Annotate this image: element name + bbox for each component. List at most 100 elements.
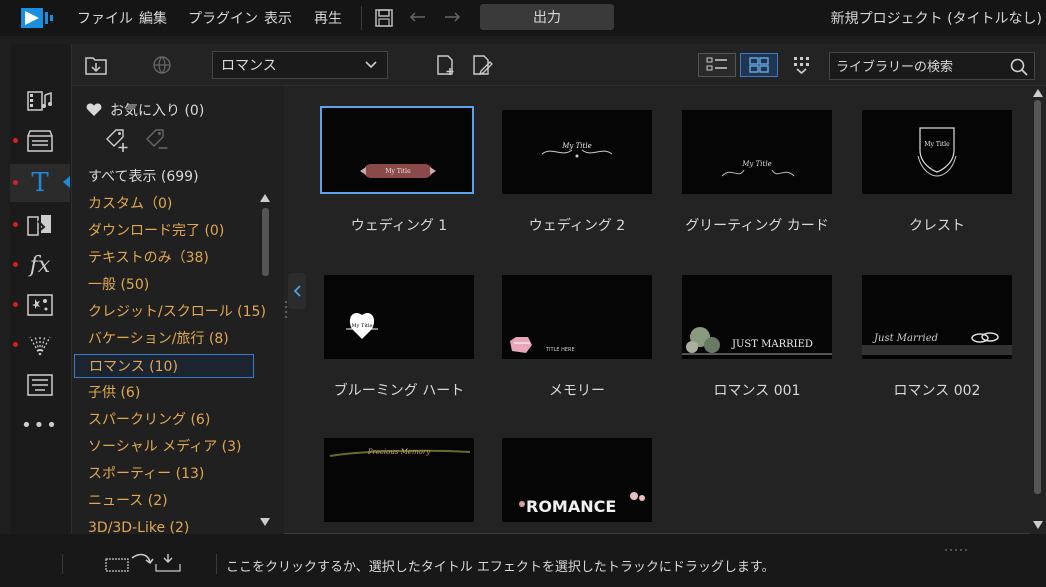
output-button[interactable]: 出力: [480, 4, 614, 30]
scroll-down-icon[interactable]: [260, 518, 270, 526]
category-item-custom[interactable]: カスタム（0): [74, 192, 254, 216]
favorites-label: お気に入り (0): [110, 103, 205, 119]
save-icon[interactable]: [372, 6, 396, 30]
template-thumbnail: JUST MARRIED: [682, 275, 832, 359]
category-item-text-only[interactable]: テキストのみ（38): [74, 246, 254, 270]
fx-icon: fx: [29, 252, 51, 278]
template-label: ロマンス 001: [713, 383, 801, 399]
title-room-tool[interactable]: T: [10, 164, 70, 202]
new-title-icon[interactable]: [432, 52, 460, 78]
menu-view[interactable]: 表示: [264, 8, 292, 28]
template-thumbnail: TITLE HERE: [502, 275, 652, 359]
remove-tag-icon[interactable]: [142, 126, 172, 154]
template-thumbnail: My Title: [324, 275, 474, 359]
active-indicator: [63, 176, 70, 188]
sort-options-icon[interactable]: [788, 53, 816, 77]
import-media-icon[interactable]: [82, 52, 110, 78]
category-dropdown[interactable]: ロマンス: [212, 51, 388, 79]
menu-bar: ファイル 編集 プラグイン 表示 再生 出力 新規プロジェクト (タイトルなし): [0, 0, 1046, 36]
category-item-news[interactable]: ニュース (2): [74, 489, 254, 513]
category-dropdown-value: ロマンス: [221, 58, 277, 74]
template-art-text: My Title: [385, 168, 411, 175]
grid-scroll-thumb[interactable]: [1034, 100, 1041, 494]
category-item-kids[interactable]: 子供 (6): [74, 381, 254, 405]
search-icon[interactable]: [1010, 58, 1028, 76]
category-panel: お気に入り (0) すべて表示 (699) カスタム（0) ダウンロード完了 (…: [72, 86, 284, 534]
fx-room-tool[interactable]: [10, 122, 70, 160]
heart-icon: [86, 103, 102, 116]
category-item-sparkling[interactable]: スパークリング (6): [74, 408, 254, 432]
category-item-downloaded[interactable]: ダウンロード完了 (0): [74, 219, 254, 243]
category-item-3d[interactable]: 3D/3D-Like (2): [74, 516, 254, 534]
menu-playback[interactable]: 再生: [314, 8, 342, 28]
template-thumbnail: ROMANCE: [502, 438, 652, 522]
add-tag-icon[interactable]: [102, 126, 132, 154]
category-item-credits[interactable]: クレジット/スクロール (15): [74, 300, 266, 324]
category-item-social-media[interactable]: ソーシャル メディア (3): [74, 435, 254, 459]
menu-divider: [361, 6, 362, 30]
grid-scrollbar[interactable]: [1030, 86, 1046, 534]
transition-icon: [27, 215, 51, 236]
add-to-track-icon[interactable]: [100, 550, 186, 576]
library-search-input[interactable]: [834, 56, 1008, 78]
template-art-text: TITLE HERE: [545, 347, 575, 353]
template-label: グリーティング カード: [685, 218, 829, 234]
scroll-down-icon[interactable]: [1033, 521, 1043, 529]
list-view-toggle[interactable]: [698, 53, 736, 77]
template-label: クレスト: [909, 218, 965, 234]
template-art-text: My Title: [924, 141, 950, 148]
edit-title-icon[interactable]: [468, 52, 496, 78]
template-thumbnail: My Title: [320, 106, 474, 194]
resize-grip[interactable]: [944, 540, 968, 556]
category-item-sporty[interactable]: スポーティー (13): [74, 462, 254, 486]
download-content-icon[interactable]: [148, 52, 176, 78]
marker-dot: [13, 342, 18, 347]
collapse-panel-button[interactable]: [288, 273, 306, 309]
grid-view-toggle[interactable]: [740, 53, 778, 77]
more-icon: •••: [21, 414, 59, 436]
scroll-up-icon[interactable]: [1033, 89, 1043, 97]
scroll-up-icon[interactable]: [260, 194, 270, 202]
category-item-general[interactable]: 一般 (50): [74, 273, 254, 297]
firework-icon: [29, 335, 51, 356]
redo-icon[interactable]: [440, 6, 464, 30]
menu-file[interactable]: ファイル: [77, 8, 133, 28]
template-label: メモリー: [549, 383, 605, 399]
transition-room-tool[interactable]: [10, 206, 70, 244]
status-hint-text: ここをクリックするか、選択したタイトル エフェクトを選択したトラックにドラッグし…: [226, 560, 775, 575]
list-view-icon: [706, 57, 727, 71]
media-room-icon: [27, 91, 52, 111]
app-logo-icon[interactable]: [20, 5, 56, 31]
category-scroll-thumb[interactable]: [262, 208, 269, 276]
template-art-text: My Title: [351, 323, 372, 329]
marker-dot: [13, 302, 18, 307]
category-item-vacation[interactable]: バケーション/旅行 (8): [74, 327, 254, 351]
project-title: 新規プロジェクト (タイトルなし): [830, 11, 1042, 27]
favorites-item[interactable]: お気に入り (0): [86, 100, 204, 120]
menu-edit[interactable]: 編集: [139, 8, 167, 28]
template-thumbnail: My Title: [682, 110, 832, 194]
template-label: ウェディング 2: [528, 218, 626, 234]
title-template-grid: My Title ウェディング 1 My Title ウェディング 2 My T…: [306, 86, 1026, 534]
clapper-icon: [27, 130, 53, 152]
more-rooms-tool[interactable]: •••: [10, 406, 70, 444]
status-divider: [216, 554, 217, 574]
marker-dot: [13, 138, 18, 143]
pip-room-tool[interactable]: [10, 326, 70, 364]
marker-dot: [13, 262, 18, 267]
particle-room-tool[interactable]: [10, 286, 70, 324]
template-label: ロマンス 002: [893, 383, 981, 399]
chevron-down-icon: [365, 61, 377, 69]
status-divider: [62, 554, 63, 574]
subtitle-room-tool[interactable]: [10, 366, 70, 404]
chevron-left-icon: [293, 285, 301, 297]
media-room-tool[interactable]: [10, 82, 70, 120]
effect-room-tool[interactable]: fx: [10, 246, 70, 284]
template-art-text: ROMANCE: [526, 497, 616, 516]
menu-plugins[interactable]: プラグイン: [188, 8, 258, 28]
template-art-text: Just Married: [872, 333, 938, 344]
category-item-romance[interactable]: ロマンス (10): [74, 354, 254, 378]
category-item-all[interactable]: すべて表示 (699): [74, 165, 254, 189]
category-scrollbar[interactable]: [259, 194, 271, 526]
undo-icon[interactable]: [406, 6, 430, 30]
